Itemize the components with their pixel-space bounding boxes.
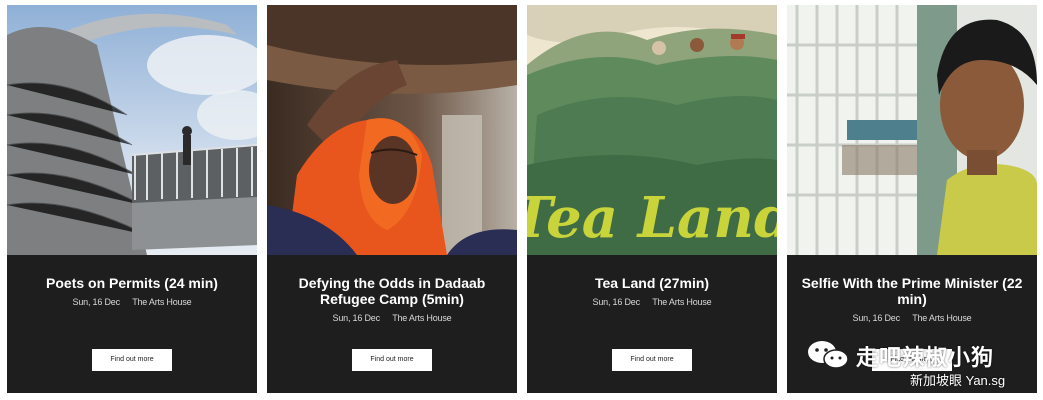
film-date: Sun, 16 Dec [72,297,121,307]
film-image-tea-land[interactable]: Tea Land [527,5,777,255]
film-image-defying-the-odds[interactable] [267,5,517,255]
watermark-name: 走吧辣椒小狗 [856,345,995,370]
film-meta: Sun, 16 Dec The Arts House [7,297,257,307]
film-venue: The Arts House [392,313,452,323]
film-card-body: Defying the Odds in Dadaab Refugee Camp … [267,255,517,393]
watermark-subtitle: 新加坡眼 Yan.sg [910,373,1006,388]
film-venue: The Arts House [652,297,712,307]
film-title: Tea Land (27min) [594,275,710,291]
film-title: Selfie With the Prime Minister (22 min) [801,275,1023,307]
find-out-more-button[interactable]: Find out more [612,349,692,371]
film-date: Sun, 16 Dec [592,297,641,307]
film-card-defying-the-odds[interactable]: Defying the Odds in Dadaab Refugee Camp … [267,5,517,393]
film-card-poets-on-permits[interactable]: Poets on Permits (24 min) Sun, 16 Dec Th… [7,5,257,393]
film-date: Sun, 16 Dec [332,313,381,323]
film-venue: The Arts House [132,297,192,307]
film-image-selfie-with-the-prime-minister[interactable] [787,5,1037,255]
film-card-selfie-with-the-prime-minister[interactable]: Selfie With the Prime Minister (22 min) … [787,5,1037,393]
film-title: Poets on Permits (24 min) [46,275,218,291]
find-out-more-button[interactable]: Find out more [92,349,172,371]
film-card-body: Poets on Permits (24 min) Sun, 16 Dec Th… [7,255,257,393]
film-meta: Sun, 16 Dec The Arts House [527,297,777,307]
film-image-poets-on-permits[interactable] [7,5,257,255]
film-title: Defying the Odds in Dadaab Refugee Camp … [298,275,486,307]
film-venue: The Arts House [912,313,972,323]
film-card-tea-land[interactable]: Tea Land Tea Land (27min) Sun, 16 Dec Th… [527,5,777,393]
film-meta: Sun, 16 Dec The Arts House [787,313,1037,323]
wechat-icon [808,341,849,369]
film-meta: Sun, 16 Dec The Arts House [267,313,517,323]
film-date: Sun, 16 Dec [852,313,901,323]
film-card-body: Tea Land (27min) Sun, 16 Dec The Arts Ho… [527,255,777,393]
watermark: 走吧辣椒小狗 新加坡眼 Yan.sg [806,338,1036,392]
find-out-more-button[interactable]: Find out more [352,349,432,371]
film-grid: Poets on Permits (24 min) Sun, 16 Dec Th… [0,0,1043,400]
poster-title-text: Tea Land [527,185,777,251]
